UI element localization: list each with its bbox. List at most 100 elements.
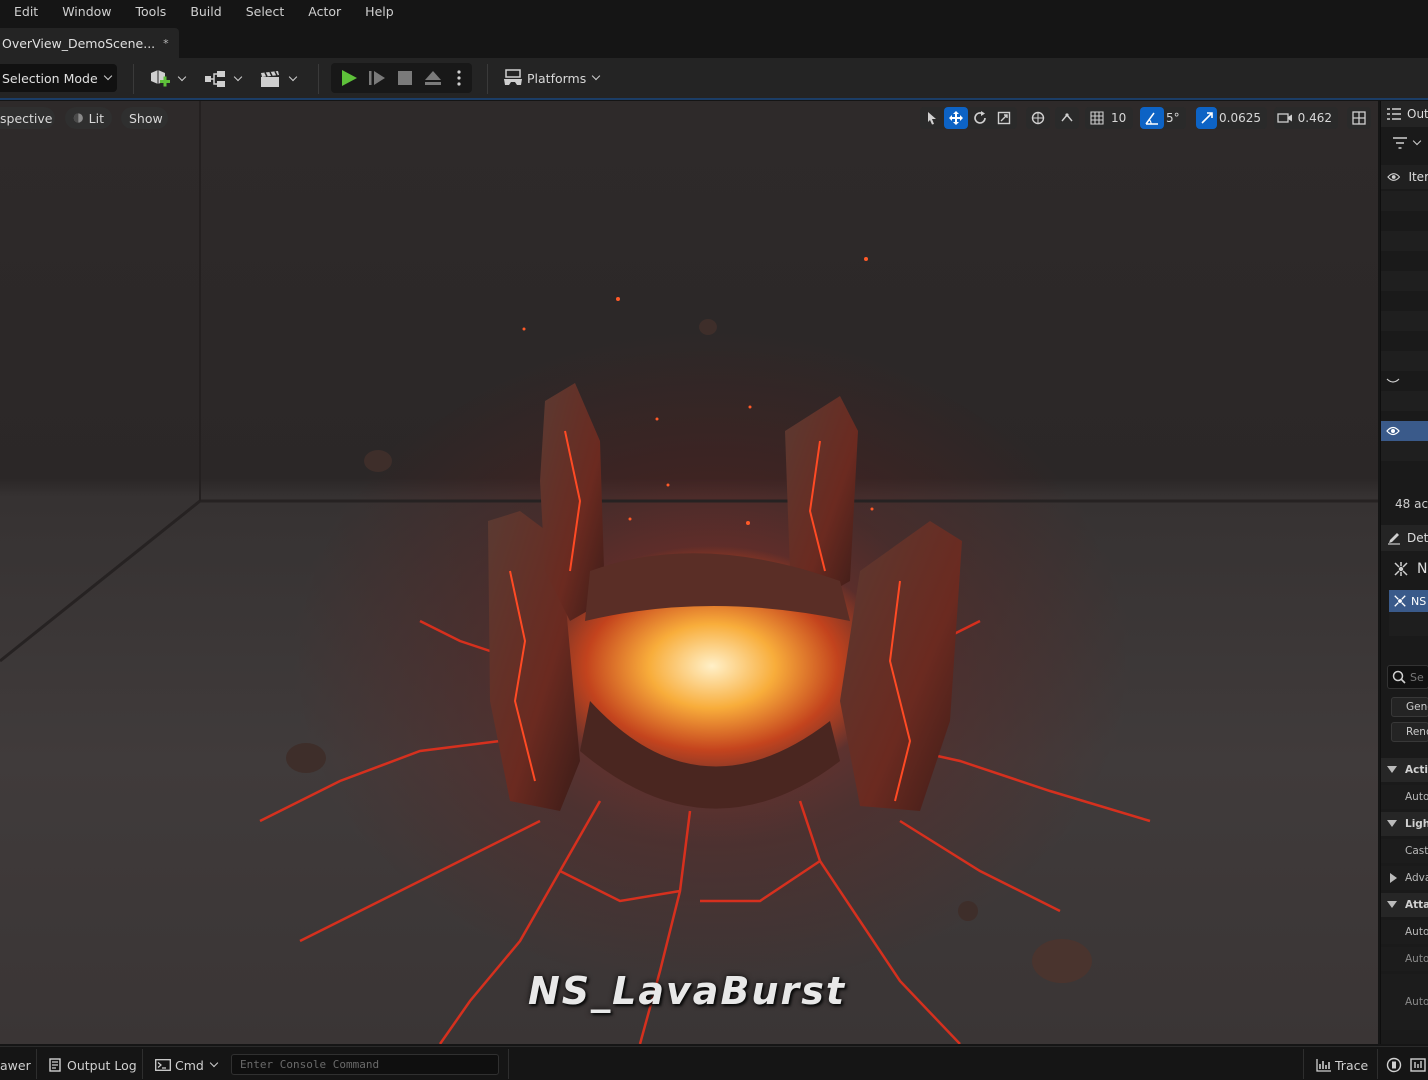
chevron-down-icon	[1412, 136, 1422, 146]
outliner-row[interactable]	[1381, 351, 1428, 371]
expand-arrow-icon	[1387, 766, 1397, 773]
property-row[interactable]: Cast	[1381, 839, 1428, 863]
hidden-eye-icon[interactable]	[1386, 376, 1400, 386]
menu-edit[interactable]: Edit	[0, 0, 50, 24]
category-advanced[interactable]: Adva	[1381, 866, 1428, 890]
menu-select[interactable]: Select	[234, 0, 297, 24]
category-lighting[interactable]: Light	[1381, 812, 1428, 836]
select-tool-button[interactable]	[920, 107, 944, 129]
level-viewport[interactable]: spective Lit Show 10 5° 0.0625 0.462 NS_…	[0, 101, 1378, 1044]
world-local-toggle[interactable]	[1026, 107, 1050, 129]
outliner-row[interactable]	[1381, 441, 1428, 461]
cinematics-button[interactable]	[259, 68, 298, 90]
outliner-tab[interactable]: Out	[1381, 101, 1428, 127]
component-label: NS	[1411, 594, 1427, 608]
details-search-placeholder: Se	[1410, 670, 1424, 684]
stop-icon[interactable]	[396, 69, 414, 87]
show-flags-dropdown[interactable]: Show	[121, 107, 168, 129]
status-divider	[36, 1049, 37, 1079]
scale-snap-value: 0.0625	[1219, 111, 1261, 125]
camera-speed-control[interactable]: 0.462	[1274, 107, 1338, 129]
add-cube-icon	[151, 70, 170, 87]
selection-mode-dropdown[interactable]: Selection Mode	[0, 64, 117, 92]
source-control-button[interactable]	[1410, 1055, 1426, 1075]
property-label: Auto	[1405, 953, 1428, 965]
outliner-row[interactable]	[1381, 251, 1428, 271]
console-placeholder: Enter Console Command	[240, 1058, 380, 1071]
play-icon[interactable]	[340, 69, 358, 87]
details-search-input[interactable]: Se	[1387, 665, 1428, 689]
content-drawer-button[interactable]: awer	[0, 1055, 31, 1075]
property-row[interactable]: Auto	[1381, 947, 1428, 971]
outliner-row[interactable]	[1381, 391, 1428, 411]
filter-rendering-button[interactable]: Rend	[1391, 722, 1428, 742]
content-drawer-label: awer	[0, 1057, 31, 1073]
menu-help[interactable]: Help	[353, 0, 406, 24]
status-divider	[1303, 1049, 1304, 1079]
more-options-icon[interactable]	[455, 69, 463, 87]
menu-build[interactable]: Build	[178, 0, 233, 24]
cmd-dropdown[interactable]: Cmd	[155, 1055, 219, 1075]
details-actor-header: N	[1393, 561, 1427, 577]
outliner-row[interactable]	[1381, 191, 1428, 211]
menu-actor[interactable]: Actor	[296, 0, 353, 24]
outliner-row[interactable]	[1381, 231, 1428, 251]
chevron-down-icon	[177, 72, 187, 82]
rotation-snap-control[interactable]: 5°	[1140, 107, 1186, 129]
step-forward-icon[interactable]	[368, 69, 386, 87]
component-tree-row[interactable]	[1389, 612, 1428, 636]
outliner-row[interactable]	[1381, 311, 1428, 331]
right-side-panel: Out Iter 48 act Det N NS Se Gene Rend	[1380, 101, 1428, 1044]
property-row[interactable]: Auto	[1381, 785, 1428, 809]
status-divider	[508, 1049, 509, 1079]
move-arrows-icon	[949, 111, 963, 125]
component-tree-item-selected[interactable]: NS	[1389, 590, 1428, 612]
category-label: Activ	[1405, 764, 1428, 776]
category-attachment[interactable]: Attac	[1381, 893, 1428, 917]
platforms-dropdown[interactable]: Platforms	[502, 66, 601, 90]
outliner-row[interactable]	[1381, 371, 1428, 391]
filter-general-button[interactable]: Gene	[1391, 697, 1428, 717]
outliner-row[interactable]	[1381, 271, 1428, 291]
toolbar-divider	[318, 64, 319, 94]
menu-tools[interactable]: Tools	[124, 0, 179, 24]
visibility-eye-icon[interactable]	[1386, 426, 1400, 436]
scale-tool-button[interactable]	[992, 107, 1016, 129]
chevron-down-icon	[233, 72, 243, 82]
level-tab[interactable]: OverView_DemoScene... *	[0, 28, 179, 58]
blueprint-button[interactable]	[204, 68, 243, 90]
document-tab-row: OverView_DemoScene... *	[0, 26, 1428, 58]
scene-render	[0, 101, 1378, 1044]
outliner-row[interactable]	[1381, 291, 1428, 311]
property-row[interactable]: Auto	[1381, 974, 1428, 1030]
output-log-button[interactable]: Output Log	[48, 1055, 137, 1075]
menu-window[interactable]: Window	[50, 0, 123, 24]
angle-icon	[1145, 112, 1158, 125]
view-mode-dropdown[interactable]: Lit	[65, 107, 112, 129]
outliner-row[interactable]	[1381, 211, 1428, 231]
console-command-input[interactable]: Enter Console Command	[231, 1054, 499, 1075]
derived-data-button[interactable]	[1386, 1055, 1402, 1075]
perspective-dropdown[interactable]: spective	[0, 107, 55, 129]
platforms-label: Platforms	[527, 70, 587, 86]
surface-snap-toggle[interactable]	[1055, 107, 1079, 129]
trace-chart-icon	[1316, 1059, 1331, 1072]
category-label: Adva	[1405, 872, 1428, 884]
trace-dropdown[interactable]: Trace	[1316, 1055, 1368, 1075]
viewport-layout-button[interactable]	[1347, 107, 1371, 129]
expand-arrow-icon	[1387, 901, 1397, 908]
property-row[interactable]: Auto	[1381, 920, 1428, 944]
outliner-row[interactable]	[1381, 331, 1428, 351]
grid-snap-control[interactable]: 10	[1085, 107, 1133, 129]
property-label: Auto	[1405, 996, 1428, 1008]
menu-bar: Edit Window Tools Build Select Actor Hel…	[0, 0, 1428, 24]
translate-tool-button[interactable]	[944, 107, 968, 129]
outliner-row-selected[interactable]	[1381, 421, 1428, 441]
outliner-filter-button[interactable]	[1393, 136, 1422, 149]
rotate-tool-button[interactable]	[968, 107, 992, 129]
category-activation[interactable]: Activ	[1381, 758, 1428, 782]
add-actor-button[interactable]	[148, 68, 187, 90]
eject-icon[interactable]	[424, 69, 442, 87]
scale-snap-control[interactable]: 0.0625	[1196, 107, 1267, 129]
details-tab[interactable]: Det	[1381, 525, 1428, 551]
